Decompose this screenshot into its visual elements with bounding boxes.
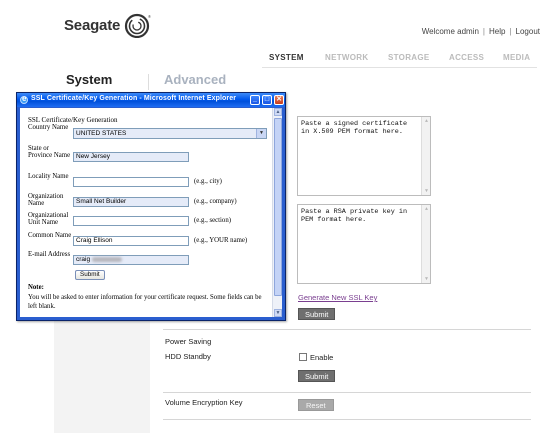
power-saving-heading: Power Saving [165, 337, 212, 346]
country-label: Country Name [28, 124, 69, 131]
scroll-down-icon[interactable]: ▼ [423, 276, 430, 282]
tab-media[interactable]: MEDIA [503, 53, 530, 62]
logout-link[interactable]: Logout [516, 27, 540, 36]
help-link[interactable]: Help [489, 27, 505, 36]
scroll-up-icon[interactable]: ▲ [274, 108, 282, 116]
organization-label: Organization Name [28, 193, 64, 208]
tab-divider [262, 67, 537, 68]
org-unit-hint: (e.g., section) [194, 217, 231, 224]
common-name-hint: (e.g., YOUR name) [194, 237, 248, 244]
form-submit-button[interactable]: Submit [75, 270, 105, 280]
window-title: SSL Certificate/Key Generation - Microso… [31, 95, 237, 102]
locality-hint: (e.g., city) [194, 178, 222, 185]
welcome-text: Welcome admin [421, 27, 479, 36]
window-content: SSL Certificate/Key Generation Country N… [20, 108, 282, 317]
note-heading: Note: [28, 284, 44, 291]
org-unit-label: Organizational Unit Name [28, 212, 69, 227]
seagate-swirl-icon: ® [125, 13, 151, 38]
main-tabs: SYSTEM NETWORK STORAGE ACCESS MEDIA [0, 53, 550, 65]
nav-separator: | [509, 27, 512, 36]
redacted-text [92, 256, 123, 262]
email-value: craig [76, 256, 91, 263]
textarea-scrollbar[interactable]: ▲ ▼ [421, 205, 430, 283]
email-input[interactable]: craig [73, 255, 189, 265]
reset-button[interactable]: Reset [298, 399, 334, 411]
hdd-standby-label: HDD Standby [165, 352, 211, 361]
chevron-down-icon[interactable]: ▼ [256, 129, 266, 138]
section-title: Advanced [164, 72, 227, 87]
certificate-placeholder: Paste a signed certificate in X.509 PEM … [301, 120, 408, 136]
enable-label: Enable [310, 353, 334, 362]
internet-explorer-icon [20, 94, 28, 104]
scroll-up-icon[interactable]: ▲ [423, 118, 430, 124]
tab-access[interactable]: ACCESS [449, 53, 484, 62]
logo-text: Seagate [64, 16, 121, 34]
section-divider [163, 419, 531, 420]
note-text: You will be asked to enter information f… [28, 294, 262, 310]
minimize-icon[interactable]: _ [250, 95, 260, 105]
textarea-scrollbar[interactable]: ▲ ▼ [421, 117, 430, 195]
section-divider [163, 329, 531, 330]
common-name-label: Common Name [28, 232, 72, 239]
generate-ssl-key-link[interactable]: Generate New SSL Key [298, 293, 377, 302]
country-value: UNITED STATES [76, 130, 127, 137]
page-title: System [66, 72, 113, 87]
encryption-key-label: Volume Encryption Key [165, 398, 243, 407]
seagate-logo: Seagate ® [64, 12, 152, 38]
window-titlebar[interactable]: SSL Certificate/Key Generation - Microso… [17, 93, 285, 107]
organization-input[interactable]: Small Net Builder [73, 197, 189, 207]
close-icon[interactable]: ✕ [274, 95, 284, 105]
private-key-textarea[interactable]: Paste a RSA private key in PEM format he… [297, 204, 431, 284]
section-divider [163, 392, 531, 393]
private-key-placeholder: Paste a RSA private key in PEM format he… [301, 208, 408, 224]
scrollbar-thumb[interactable] [274, 118, 282, 296]
certificate-textarea[interactable]: Paste a signed certificate in X.509 PEM … [297, 116, 431, 196]
nav-separator: | [482, 27, 485, 36]
scroll-up-icon[interactable]: ▲ [423, 206, 430, 212]
locality-input[interactable] [73, 177, 189, 187]
organization-hint: (e.g., company) [194, 198, 237, 205]
ssl-submit-button[interactable]: Submit [298, 308, 336, 320]
common-name-input[interactable]: Craig Ellison [73, 236, 189, 246]
tab-storage[interactable]: STORAGE [388, 53, 430, 62]
title-divider [148, 74, 149, 90]
ssl-generation-window: SSL Certificate/Key Generation - Microso… [16, 92, 286, 321]
window-scrollbar[interactable]: ▲ ▼ [272, 108, 282, 317]
top-navigation: Welcome admin | Help | Logout [422, 27, 540, 36]
state-label: State or Province Name [28, 145, 71, 160]
power-submit-button[interactable]: Submit [298, 370, 336, 382]
maximize-icon[interactable]: □ [262, 95, 272, 105]
scroll-down-icon[interactable]: ▼ [274, 309, 282, 317]
country-select[interactable]: UNITED STATES ▼ [73, 128, 267, 139]
org-unit-input[interactable] [73, 216, 189, 226]
scroll-down-icon[interactable]: ▼ [423, 188, 430, 194]
state-input[interactable]: New Jersey [73, 152, 189, 162]
tab-network[interactable]: NETWORK [325, 53, 368, 62]
svg-text:®: ® [148, 14, 151, 19]
tab-system[interactable]: SYSTEM [269, 53, 304, 62]
ssl-form: SSL Certificate/Key Generation Country N… [20, 108, 272, 317]
locality-label: Locality Name [28, 173, 69, 180]
form-title: SSL Certificate/Key Generation [28, 116, 118, 124]
email-label: E-mail Address [28, 251, 71, 258]
enable-checkbox[interactable] [299, 353, 307, 361]
